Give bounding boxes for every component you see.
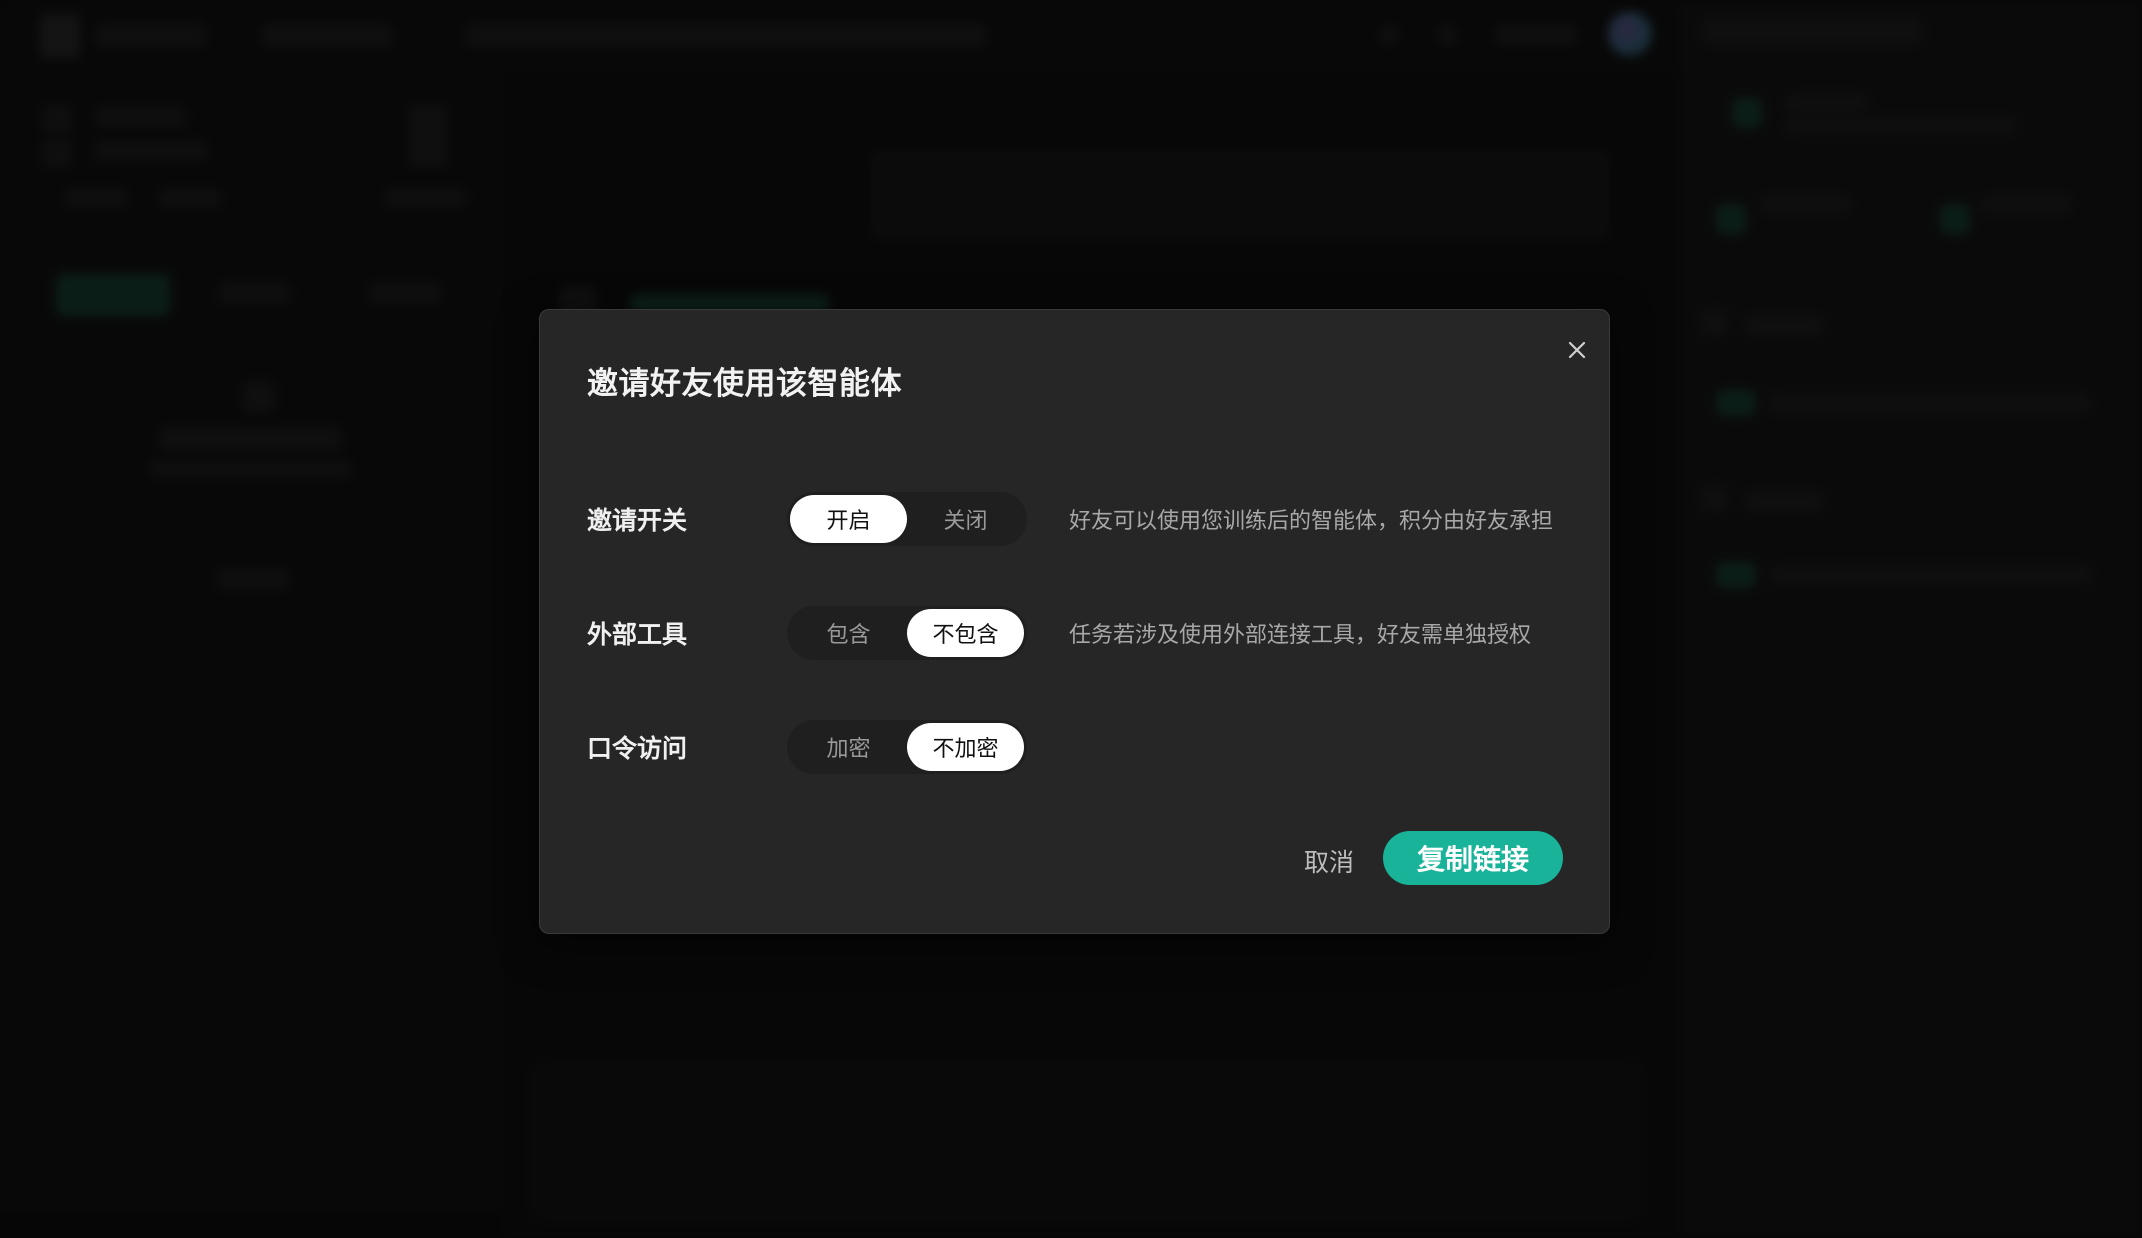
external-tools-label: 外部工具 bbox=[587, 620, 688, 649]
external-tools-exclude-option[interactable]: 不包含 bbox=[907, 609, 1024, 657]
external-tools-include-option[interactable]: 包含 bbox=[790, 609, 907, 657]
external-tools-description: 任务若涉及使用外部连接工具，好友需单独授权 bbox=[1069, 623, 1532, 648]
password-access-toggle: 加密 不加密 bbox=[787, 720, 1027, 774]
dialog-title: 邀请好友使用该智能体 bbox=[587, 366, 902, 402]
close-button[interactable] bbox=[1562, 335, 1592, 365]
close-icon bbox=[1568, 341, 1586, 359]
invite-switch-on-option[interactable]: 开启 bbox=[790, 495, 907, 543]
invite-switch-description: 好友可以使用您训练后的智能体，积分由好友承担 bbox=[1069, 509, 1554, 534]
invite-dialog: 邀请好友使用该智能体 邀请开关 开启 关闭 好友可以使用您训练后的智能体，积分由… bbox=[539, 309, 1610, 934]
invite-switch-row: 邀请开关 开启 关闭 好友可以使用您训练后的智能体，积分由好友承担 bbox=[587, 492, 1553, 546]
password-access-label: 口令访问 bbox=[587, 734, 688, 763]
invite-switch-label: 邀请开关 bbox=[587, 506, 688, 535]
external-tools-row: 外部工具 包含 不包含 任务若涉及使用外部连接工具，好友需单独授权 bbox=[587, 606, 1531, 660]
password-access-no-encrypt-option[interactable]: 不加密 bbox=[907, 723, 1024, 771]
invite-switch-toggle: 开启 关闭 bbox=[787, 492, 1027, 546]
password-access-encrypt-option[interactable]: 加密 bbox=[790, 723, 907, 771]
external-tools-toggle: 包含 不包含 bbox=[787, 606, 1027, 660]
cancel-button[interactable]: 取消 bbox=[1294, 834, 1364, 888]
password-access-row: 口令访问 加密 不加密 bbox=[587, 720, 1027, 774]
invite-switch-off-option[interactable]: 关闭 bbox=[907, 495, 1024, 543]
copy-link-button[interactable]: 复制链接 bbox=[1383, 831, 1563, 885]
